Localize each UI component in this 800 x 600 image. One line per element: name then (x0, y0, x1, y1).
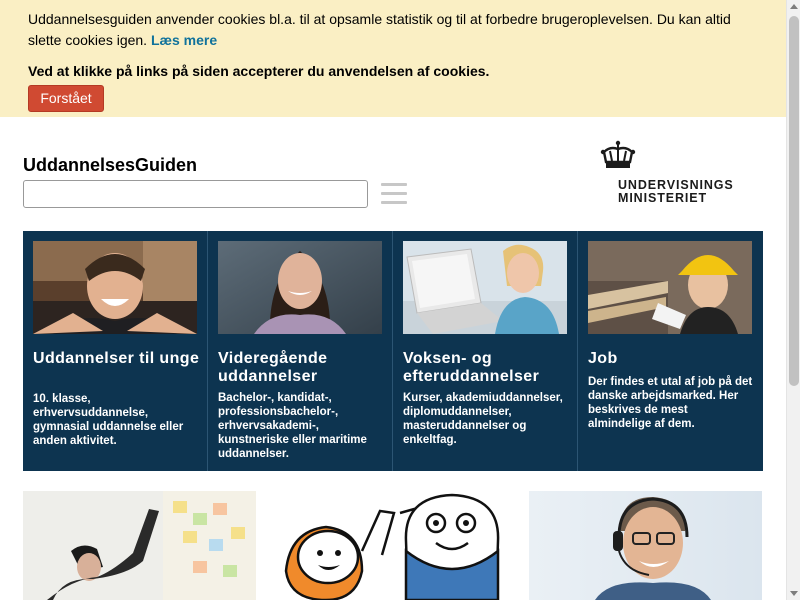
feature-image-man-with-headset[interactable] (529, 491, 762, 600)
scroll-down-arrow-icon[interactable] (790, 591, 798, 596)
crown-icon (600, 140, 636, 168)
accept-cookies-button[interactable]: Forstået (28, 85, 104, 112)
tile-photo-woman-looking-up (218, 241, 382, 334)
cookie-banner: Uddannelsesguiden anvender cookies bl.a.… (0, 0, 786, 117)
cookie-message: Uddannelsesguiden anvender cookies bl.a.… (28, 9, 768, 51)
tile-description: Bachelor-, kandidat-, professionsbachelo… (218, 392, 367, 460)
tile-description: Der findes et utal af job på det danske … (588, 376, 753, 430)
logo-line-2: MINISTERIET (618, 191, 708, 205)
scrollbar-thumb[interactable] (789, 16, 799, 386)
cookie-accept-notice: Ved at klikke på links på siden accepter… (28, 63, 490, 79)
tile-photo-construction-worker (588, 241, 752, 334)
cookie-message-text: Uddannelsesguiden anvender cookies bl.a.… (28, 11, 731, 48)
read-more-link[interactable]: Læs mere (151, 32, 217, 48)
tile-title: Voksen- og efteruddannelser (403, 350, 540, 385)
tile-photo-woman-with-laptop (403, 241, 567, 334)
search-input[interactable] (23, 180, 368, 208)
tile-description: 10. klasse, erhvervsuddannelse, gymnasia… (33, 393, 184, 447)
tile-title: Job (588, 350, 618, 367)
ministry-logo[interactable]: UNDERVISNINGS MINISTERIET (600, 140, 750, 210)
tile-higher-education[interactable]: Videregående uddannelser Bachelor-, kand… (208, 231, 393, 471)
tile-description: Kurser, akademiuddannelser, diplomuddann… (403, 392, 563, 446)
tile-job[interactable]: Job Der findes et utal af job på det dan… (578, 231, 763, 471)
tile-photo-laughing-young-man (33, 241, 197, 334)
scroll-up-arrow-icon[interactable] (790, 4, 798, 9)
education-categories: Uddannelser til unge 10. klasse, erhverv… (23, 231, 763, 471)
tile-title: Videregående uddannelser (218, 350, 328, 385)
tile-adult-education[interactable]: Voksen- og efteruddannelser Kurser, akad… (393, 231, 578, 471)
tile-title: Uddannelser til unge (33, 350, 200, 367)
feature-image-woman-writing-on-board[interactable] (23, 491, 256, 600)
menu-hamburger-icon[interactable] (381, 183, 407, 205)
page-scrollbar[interactable] (786, 0, 800, 600)
site-title[interactable]: UddannelsesGuiden (23, 155, 197, 176)
tile-youth-education[interactable]: Uddannelser til unge 10. klasse, erhverv… (23, 231, 208, 471)
feature-image-cartoon-high-five[interactable] (276, 491, 509, 600)
